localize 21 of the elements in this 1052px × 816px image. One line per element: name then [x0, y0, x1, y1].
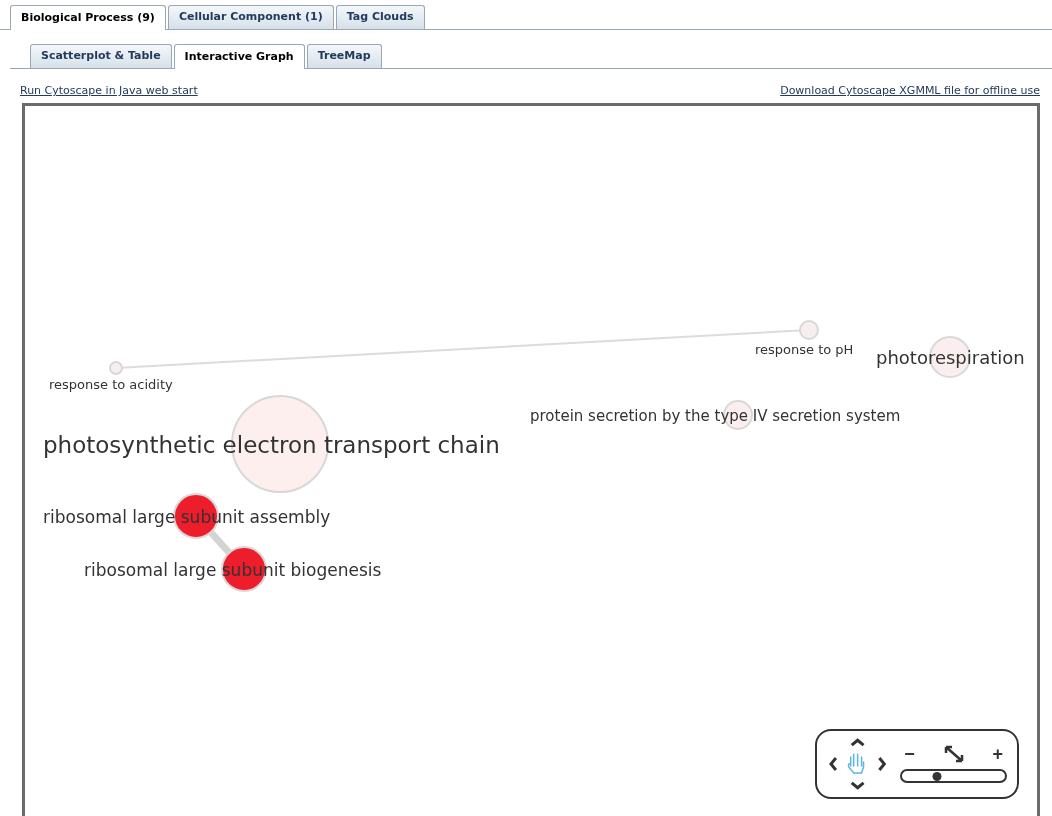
slider-thumb[interactable]: [932, 771, 942, 781]
zoom-slider[interactable]: [900, 768, 1007, 783]
tab[interactable]: Tag Clouds: [335, 5, 425, 29]
tab[interactable]: TreeMap: [306, 44, 382, 68]
graph-node[interactable]: [799, 319, 819, 340]
node-label: photorespiration: [876, 348, 1025, 367]
node-label: response to acidity: [49, 377, 173, 390]
tab[interactable]: Biological Process (9): [10, 5, 166, 30]
cytoscape-link[interactable]: Run Cytoscape in Java web start: [20, 83, 198, 100]
zoom-in-button[interactable]: +: [992, 744, 1003, 763]
node-label: protein secretion by the type IV secretion system: [530, 408, 901, 423]
node-label: response to pH: [755, 342, 854, 355]
download-link[interactable]: Download Cytoscape XGMML file for offline use: [780, 83, 1040, 100]
tab[interactable]: Scatterplot & Table: [30, 44, 172, 68]
tab[interactable]: Cellular Component (1): [167, 5, 334, 29]
pan-control-icon[interactable]: [827, 735, 889, 792]
node-label: photosynthetic electron transport chain: [43, 433, 500, 456]
fit-icon[interactable]: [943, 744, 964, 763]
tab[interactable]: Interactive Graph: [173, 44, 305, 69]
zoom-out-button[interactable]: −: [904, 744, 915, 763]
graph-node[interactable]: [109, 360, 123, 375]
